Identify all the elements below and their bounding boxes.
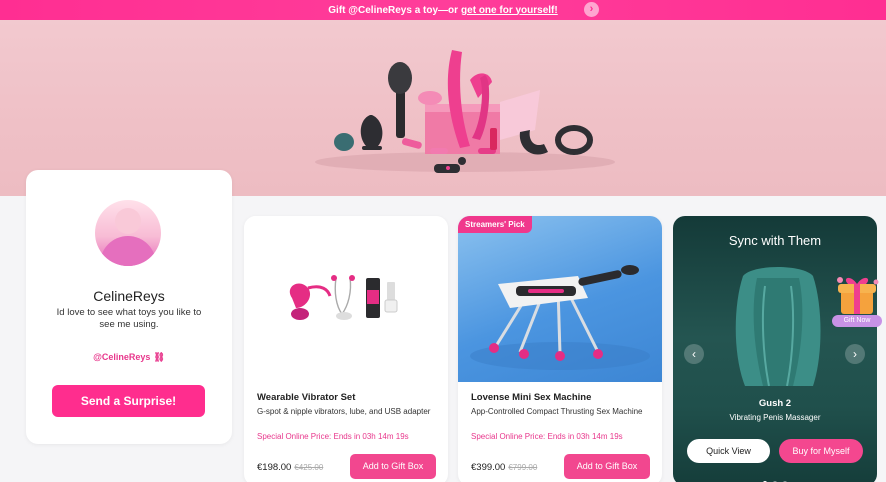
profile-message: Id love to see what toys you like to see… xyxy=(56,307,202,330)
avatar xyxy=(95,200,161,266)
profile-name: CelineReys xyxy=(93,288,165,304)
gift-now-label[interactable]: Gift Now xyxy=(832,315,882,327)
send-surprise-button[interactable]: Send a Surprise! xyxy=(52,385,205,417)
chevron-left-icon[interactable]: ‹ xyxy=(684,344,704,364)
product-image[interactable] xyxy=(244,216,448,382)
product-title: Lovense Mini Sex Machine xyxy=(471,392,592,403)
product-subtitle: G-spot & nipple vibrators, lube, and USB… xyxy=(257,407,431,416)
top-banner: Gift @CelineReys a toy—or get one for yo… xyxy=(0,0,886,20)
price-old: €799.00 xyxy=(508,463,538,472)
chevron-right-icon[interactable]: › xyxy=(584,2,599,17)
add-to-gift-box-button[interactable]: Add to Gift Box xyxy=(564,454,650,479)
banner-link[interactable]: get one for yourself! xyxy=(461,5,558,16)
quick-view-button[interactable]: Quick View xyxy=(687,439,770,463)
chevron-right-icon[interactable]: › xyxy=(845,344,865,364)
vibrator-set-image xyxy=(289,275,398,320)
link-icon: ⛓ xyxy=(153,352,165,362)
product-price: €198.00 €425.00 xyxy=(257,462,323,473)
sync-product-name: Gush 2 xyxy=(758,398,792,409)
sync-product-subtitle: Vibrating Penis Massager xyxy=(729,413,821,422)
buy-for-myself-button[interactable]: Buy for Myself xyxy=(779,439,863,463)
product-price: €399.00 €799.00 xyxy=(471,462,537,473)
profile-handle-link[interactable]: @CelineReys ⛓ xyxy=(26,352,232,363)
sync-carousel-card: Sync with Them ‹ › Gush 2 Vibrating Peni… xyxy=(673,216,877,482)
price-old: €425.00 xyxy=(294,463,324,472)
price-current: €198.00 xyxy=(257,462,292,473)
product-title: Wearable Vibrator Set xyxy=(257,392,356,403)
gift-box-icon xyxy=(837,277,879,314)
carousel-dots xyxy=(673,472,877,482)
product-card[interactable]: Streamers' Pick Lovense Mini Sex Machine… xyxy=(458,216,662,482)
add-to-gift-box-button[interactable]: Add to Gift Box xyxy=(350,454,436,479)
product-subtitle: App-Controlled Compact Thrusting Sex Mac… xyxy=(471,407,643,416)
banner-text: Gift @CelineReys a toy—or xyxy=(328,4,459,16)
sex-machine-image xyxy=(470,265,650,370)
profile-handle-text[interactable]: @CelineReys xyxy=(93,352,150,362)
product-card[interactable]: Wearable Vibrator Set G-spot & nipple vi… xyxy=(244,216,448,482)
product-image[interactable]: Streamers' Pick xyxy=(458,216,662,382)
price-current: €399.00 xyxy=(471,462,506,473)
product-offer: Special Online Price: Ends in 03h 14m 19… xyxy=(257,432,409,441)
streamers-pick-badge: Streamers' Pick xyxy=(458,216,532,233)
gift-now-widget[interactable]: Gift Now xyxy=(832,272,882,328)
product-offer: Special Online Price: Ends in 03h 14m 19… xyxy=(471,432,623,441)
profile-card: CelineReys Id love to see what toys you … xyxy=(26,170,232,444)
